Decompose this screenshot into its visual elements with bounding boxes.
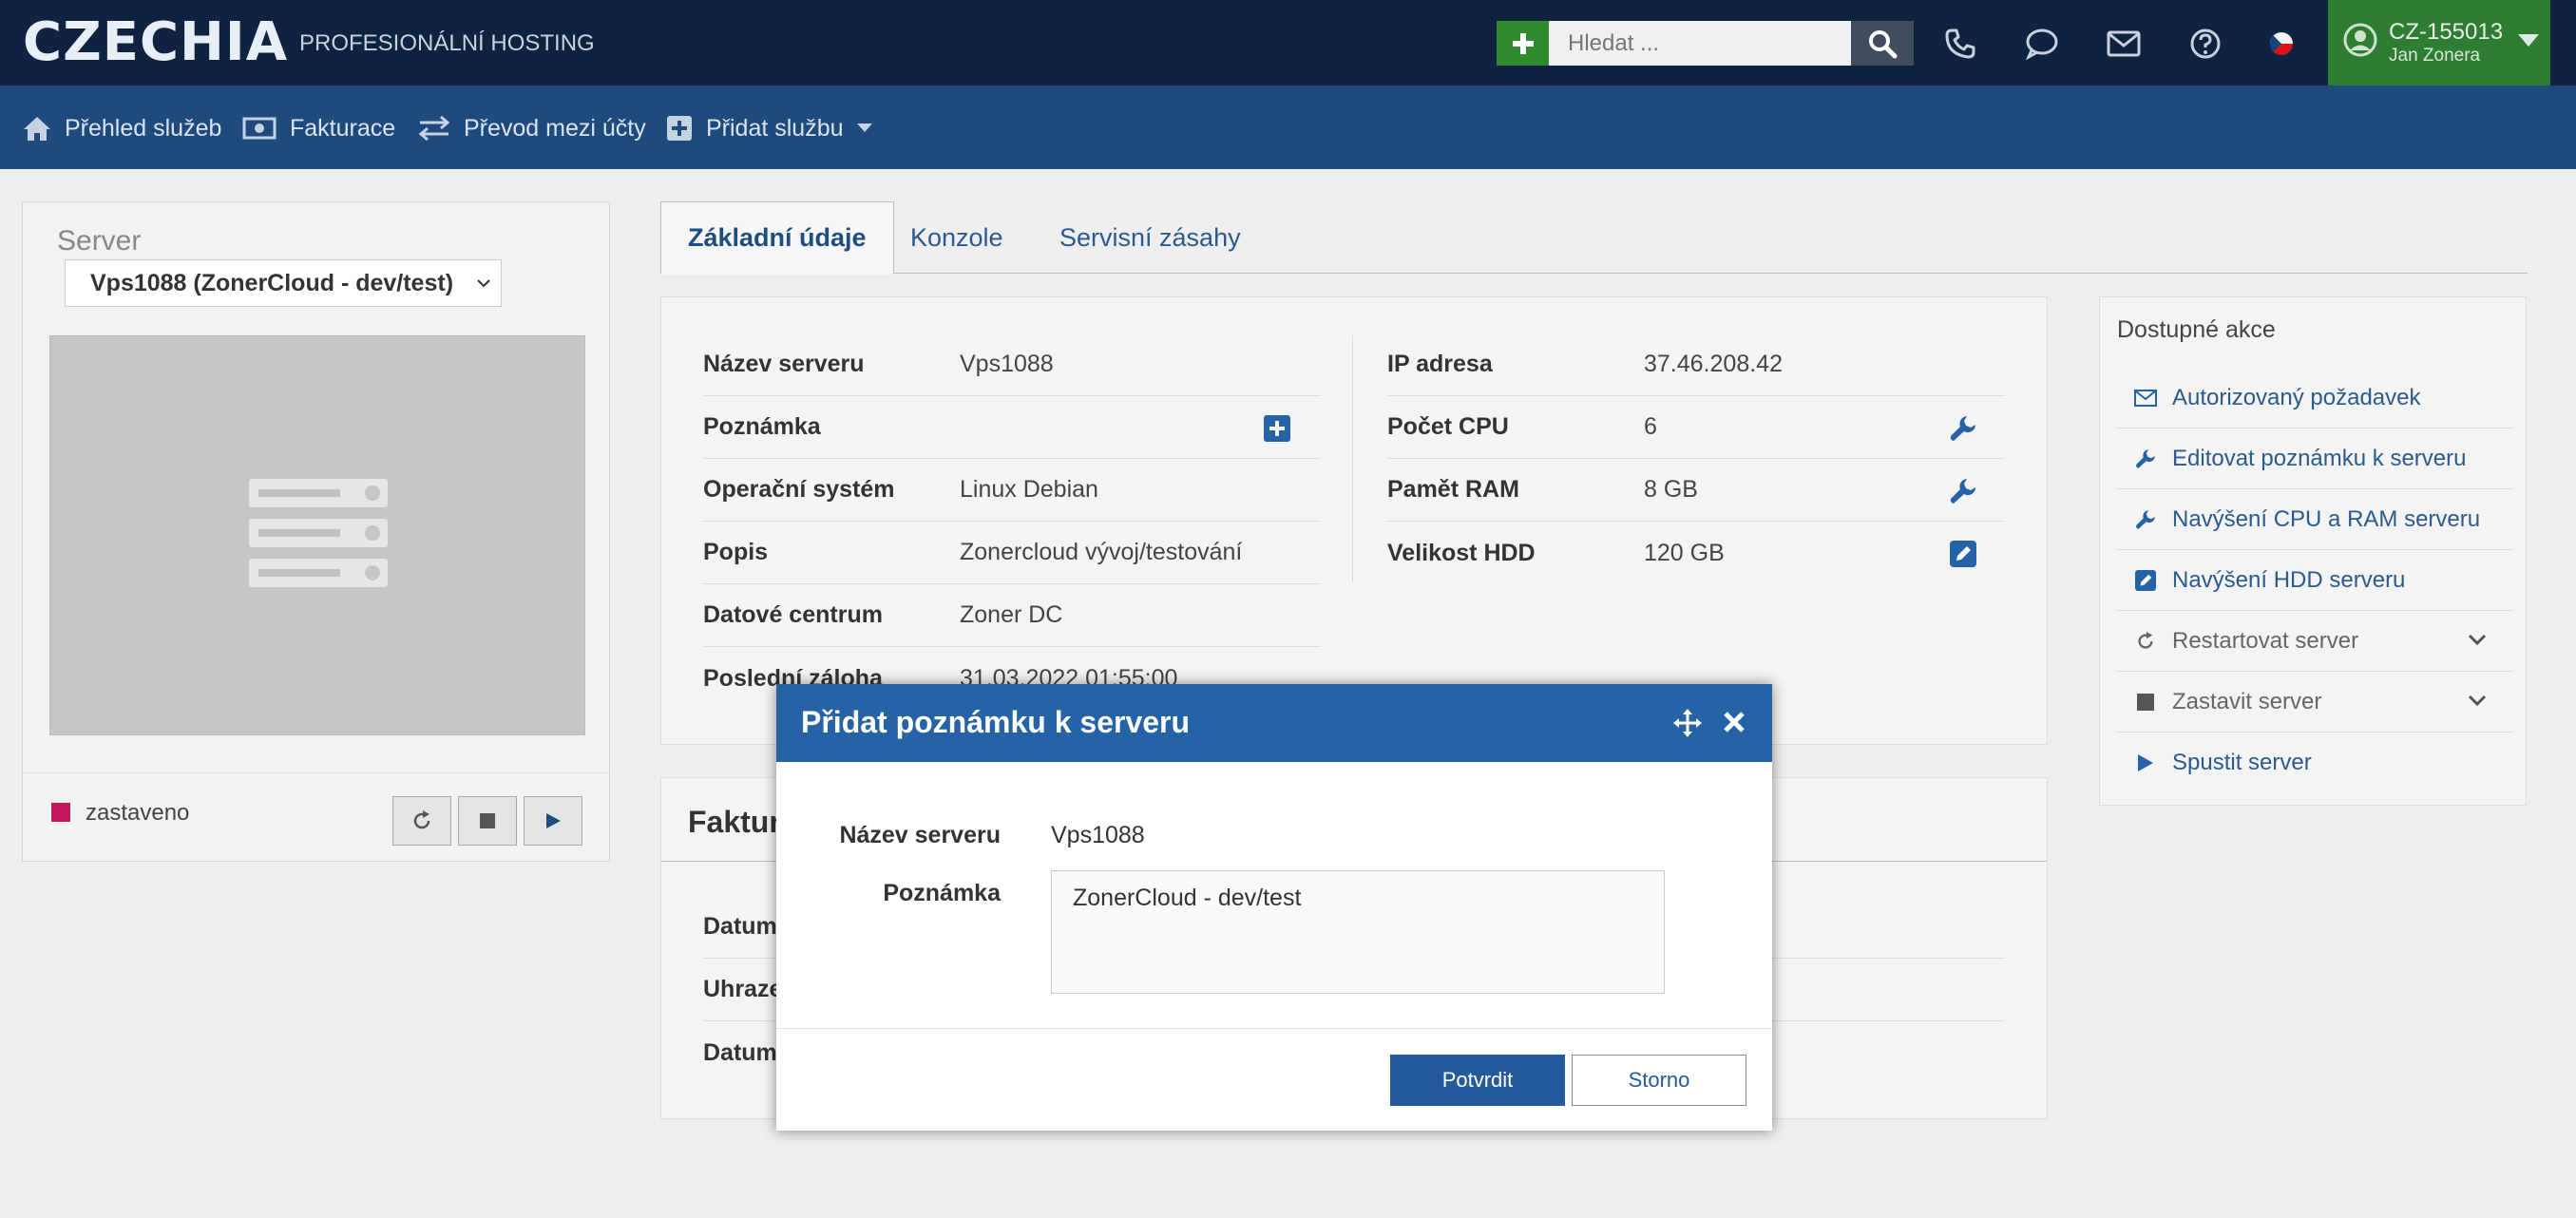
dialog-header[interactable]: Přidat poznámku k serveru — [776, 684, 1772, 762]
move-icon[interactable] — [1673, 709, 1702, 737]
dialog-title: Přidat poznámku k serveru — [801, 705, 1191, 739]
confirm-button[interactable]: Potvrdit — [1390, 1055, 1565, 1106]
add-note-dialog: Přidat poznámku k serveru Název serveru … — [776, 684, 1772, 1131]
note-label: Poznámka — [883, 880, 1001, 906]
note-textarea[interactable]: ZonerCloud - dev/test — [1051, 870, 1665, 994]
server-name-value: Vps1088 — [1051, 822, 1145, 848]
cancel-button[interactable]: Storno — [1572, 1055, 1746, 1106]
close-icon[interactable] — [1721, 709, 1747, 735]
divider — [776, 1028, 1772, 1029]
server-name-label: Název serveru — [839, 822, 1001, 848]
